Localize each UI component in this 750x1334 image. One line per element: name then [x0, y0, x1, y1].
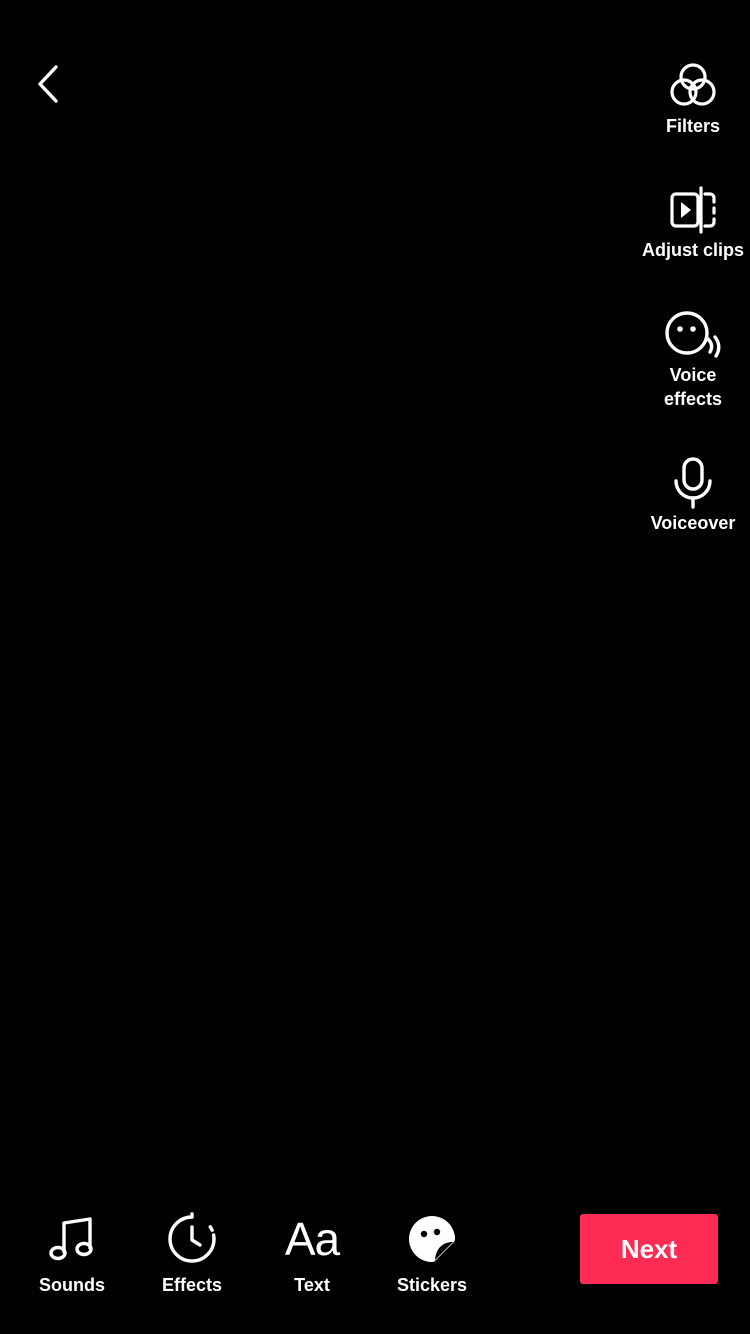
voiceover-label: Voiceover [650, 513, 736, 533]
music-note-icon [42, 1210, 102, 1268]
sounds-label: Sounds [39, 1275, 105, 1295]
next-button[interactable]: Next [580, 1214, 718, 1284]
sticker-icon [402, 1210, 462, 1268]
text-icon-glyph: Aa [284, 1213, 340, 1265]
filters-icon [662, 58, 724, 114]
chevron-left-icon [38, 65, 58, 103]
effects-timer-icon [162, 1210, 222, 1268]
voice-effects-tool[interactable]: Voice effects [636, 307, 750, 411]
back-button[interactable] [26, 58, 70, 110]
voice-effects-label-line2: effects [663, 389, 723, 409]
microphone-icon [662, 455, 724, 511]
filters-label: Filters [665, 116, 721, 136]
voice-effects-label-line1: Voice [669, 365, 717, 385]
text-icon: Aa [282, 1210, 342, 1268]
stickers-tool[interactable]: Stickers [377, 1210, 487, 1296]
effects-label: Effects [161, 1275, 223, 1295]
effects-tool[interactable]: Effects [137, 1210, 247, 1296]
bottom-toolbar: Sounds Effects Aa Text Stickers Next [0, 1130, 750, 1334]
text-tool[interactable]: Aa Text [257, 1210, 367, 1296]
adjust-clips-tool[interactable]: Adjust clips [636, 182, 750, 262]
voiceover-tool[interactable]: Voiceover [636, 455, 750, 535]
adjust-clips-icon [662, 182, 724, 238]
sounds-tool[interactable]: Sounds [17, 1210, 127, 1296]
adjust-clips-label: Adjust clips [641, 240, 744, 260]
video-editor-screen: Filters Adjust clips Voice effects Voice… [0, 0, 750, 1334]
filters-tool[interactable]: Filters [636, 58, 750, 138]
stickers-label: Stickers [396, 1275, 468, 1295]
voice-effects-icon [662, 307, 724, 363]
text-label: Text [294, 1275, 330, 1295]
